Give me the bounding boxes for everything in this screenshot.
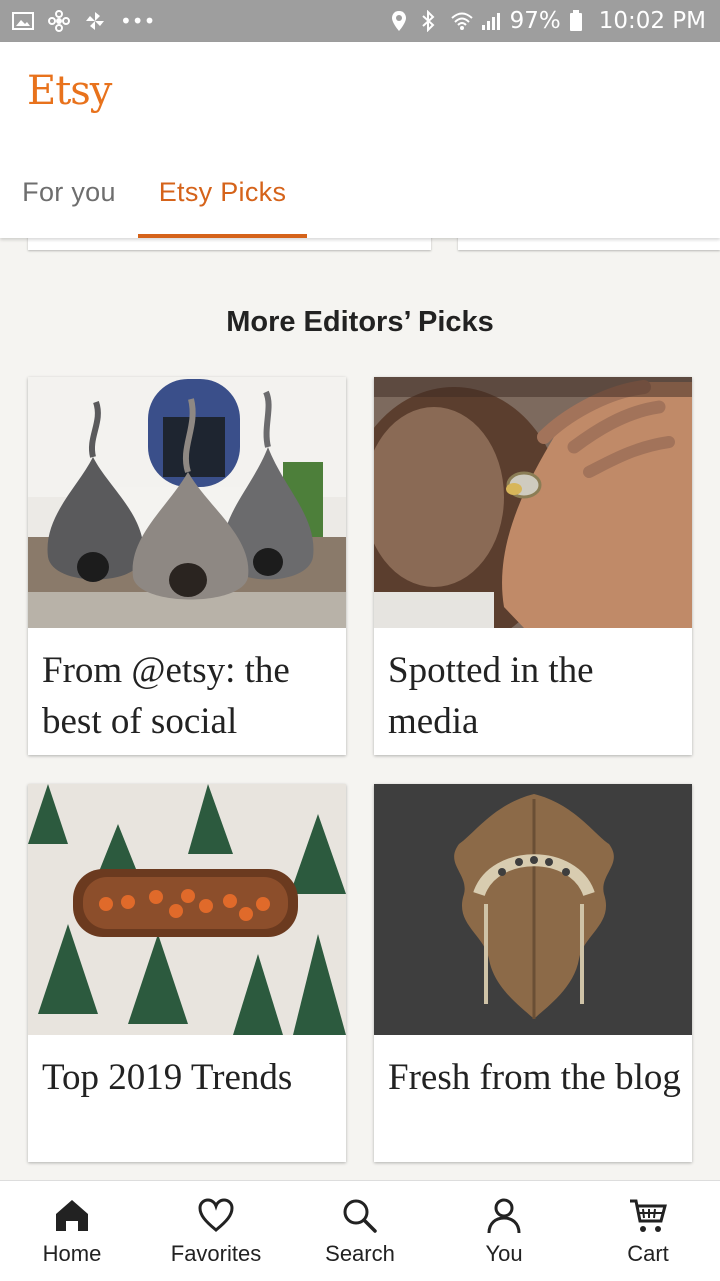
search-icon bbox=[341, 1197, 379, 1240]
nav-label: Search bbox=[325, 1241, 395, 1266]
fan-notification-icon bbox=[84, 10, 106, 32]
signal-icon bbox=[480, 10, 502, 32]
nav-search[interactable]: Search bbox=[288, 1181, 432, 1281]
wifi-icon bbox=[450, 10, 473, 32]
tab-etsy-picks[interactable]: Etsy Picks bbox=[138, 152, 307, 238]
app-header: Etsy For you Etsy Picks bbox=[0, 42, 720, 238]
pinwheel-notification-icon bbox=[48, 10, 70, 32]
section-title: More Editors’ Picks bbox=[226, 306, 494, 338]
more-notifications-icon: ••• bbox=[120, 9, 156, 33]
card-title: From @etsy: the best of social bbox=[42, 650, 290, 742]
bluetooth-icon bbox=[420, 9, 442, 33]
card-title: Spotted in the media bbox=[388, 650, 594, 742]
battery-icon bbox=[569, 10, 591, 32]
card-title: Fresh from the blog bbox=[388, 1057, 681, 1098]
location-icon bbox=[390, 10, 412, 32]
nav-home[interactable]: Home bbox=[0, 1181, 144, 1281]
battery-percentage: 97% bbox=[509, 8, 561, 34]
card-image bbox=[374, 784, 692, 1035]
previous-card-edge bbox=[458, 238, 720, 250]
nav-cart[interactable]: Cart bbox=[576, 1181, 720, 1281]
tab-for-you[interactable]: For you bbox=[0, 152, 138, 238]
bottom-navigation: Home Favorites Search You Cart bbox=[0, 1180, 720, 1281]
clock: 10:02 PM bbox=[598, 8, 706, 34]
nav-favorites[interactable]: Favorites bbox=[144, 1181, 288, 1281]
editors-pick-card[interactable]: Top 2019 Trends bbox=[28, 784, 346, 1162]
picks-feed[interactable]: More Editors’ Picks From @etsy: the best… bbox=[0, 238, 720, 1180]
nav-label: Home bbox=[42, 1241, 102, 1266]
nav-label: You bbox=[485, 1241, 523, 1266]
home-icon bbox=[53, 1197, 91, 1238]
nav-label: Favorites bbox=[170, 1241, 262, 1266]
etsy-logo[interactable]: Etsy bbox=[27, 68, 112, 114]
editors-pick-card[interactable]: Fresh from the blog bbox=[374, 784, 692, 1162]
editors-pick-card[interactable]: From @etsy: the best of social bbox=[28, 377, 346, 755]
card-image bbox=[28, 377, 346, 628]
tab-bar: For you Etsy Picks bbox=[0, 152, 720, 238]
status-bar: ••• 97% 10:02 PM bbox=[0, 0, 720, 42]
nav-label: Cart bbox=[627, 1241, 669, 1266]
card-title: Top 2019 Trends bbox=[42, 1057, 293, 1098]
cart-icon bbox=[628, 1197, 668, 1240]
card-image bbox=[374, 377, 692, 628]
previous-card-edge bbox=[28, 238, 431, 250]
heart-icon bbox=[197, 1197, 235, 1238]
editors-pick-card[interactable]: Spotted in the media bbox=[374, 377, 692, 755]
gallery-notification-icon bbox=[12, 10, 34, 32]
nav-you[interactable]: You bbox=[432, 1181, 576, 1281]
person-icon bbox=[485, 1197, 523, 1240]
card-image bbox=[28, 784, 346, 1035]
